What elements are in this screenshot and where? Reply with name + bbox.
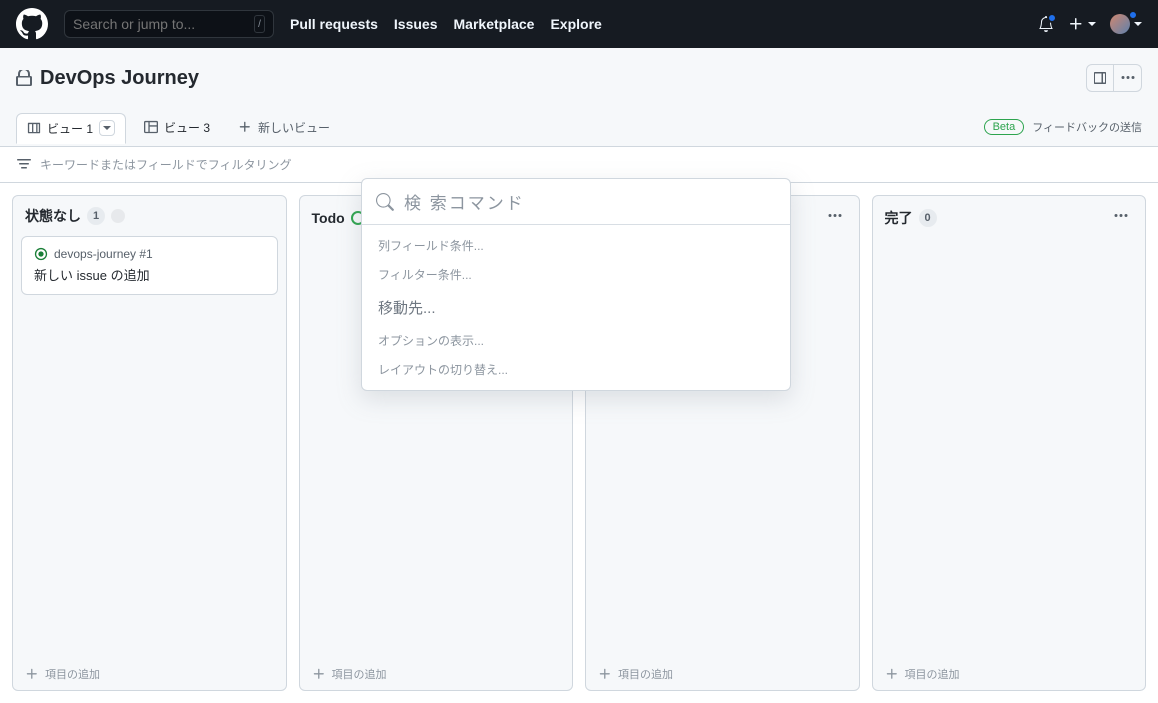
view-tab-1-label: ビュー 1: [47, 120, 93, 137]
column-title: 状態なし: [25, 206, 81, 226]
plus-icon: [238, 120, 252, 134]
add-item-button[interactable]: 項目の追加: [13, 658, 286, 690]
board-icon: [27, 121, 41, 135]
command-item-show-options[interactable]: オプションの表示...: [362, 326, 790, 355]
column-menu-button[interactable]: [823, 206, 847, 229]
card-reference: devops-journey #1: [54, 247, 153, 261]
global-header: / Pull requests Issues Marketplace Explo…: [0, 0, 1158, 48]
add-item-label: 項目の追加: [45, 666, 100, 682]
panel-icon: [1092, 70, 1108, 86]
caret-down-icon: [103, 124, 111, 132]
plus-icon: [312, 667, 326, 681]
add-item-button[interactable]: 項目の追加: [586, 658, 859, 690]
nav-marketplace[interactable]: Marketplace: [454, 16, 535, 32]
add-item-label: 項目の追加: [618, 666, 673, 682]
project-title: DevOps Journey: [40, 67, 199, 90]
column-title: Todo: [312, 210, 345, 226]
nav-pull-requests[interactable]: Pull requests: [290, 16, 378, 32]
column-no-status: 状態なし 1 devops-journey #1 新しい issue の追加 項…: [12, 195, 287, 691]
column-count: 0: [919, 209, 937, 227]
view-tab-menu-button[interactable]: [99, 120, 115, 136]
command-palette: 検 索コマンド 列フィールド条件... フィルター条件... 移動先... オプ…: [361, 178, 791, 391]
user-menu-button[interactable]: [1110, 14, 1142, 34]
plus-icon: [1068, 16, 1084, 32]
add-item-button[interactable]: 項目の追加: [300, 658, 573, 690]
filter-icon[interactable]: [16, 157, 32, 173]
command-item-column-field[interactable]: 列フィールド条件...: [362, 231, 790, 260]
command-item-switch-layout[interactable]: レイアウトの切り替え...: [362, 355, 790, 384]
add-item-label: 項目の追加: [905, 666, 960, 682]
project-header: DevOps Journey ビュー 1 ビュー 3 新しいビュー: [0, 48, 1158, 147]
github-logo-icon[interactable]: [16, 8, 48, 40]
column-title: 完了: [885, 208, 913, 228]
insights-panel-button[interactable]: [1086, 64, 1114, 92]
lock-icon: [16, 70, 32, 86]
global-search[interactable]: /: [64, 10, 274, 38]
card-title: 新しい issue の追加: [34, 265, 265, 284]
plus-icon: [885, 667, 899, 681]
global-search-input[interactable]: [73, 16, 254, 32]
column-count: 1: [87, 207, 105, 225]
view-tab-1[interactable]: ビュー 1: [16, 113, 126, 144]
avatar-dot: [1128, 10, 1138, 20]
command-list: 列フィールド条件... フィルター条件... 移動先... オプションの表示..…: [362, 225, 790, 390]
kebab-icon: [1113, 208, 1129, 224]
new-view-button[interactable]: 新しいビュー: [228, 113, 340, 142]
nav-issues[interactable]: Issues: [394, 16, 438, 32]
column-menu-button[interactable]: [1109, 206, 1133, 229]
view-tabs: ビュー 1 ビュー 3 新しいビュー Beta フィードバックの送信: [16, 108, 1142, 146]
view-tab-2-label: ビュー 3: [164, 119, 210, 136]
command-search[interactable]: 検 索コマンド: [362, 179, 790, 225]
top-nav: Pull requests Issues Marketplace Explore: [290, 16, 602, 32]
new-view-label: 新しいビュー: [258, 119, 330, 136]
view-tab-2[interactable]: ビュー 3: [134, 113, 220, 142]
new-menu-button[interactable]: [1068, 16, 1096, 32]
caret-down-icon: [1134, 22, 1142, 26]
filter-input[interactable]: [40, 158, 1142, 172]
plus-icon: [25, 667, 39, 681]
notifications-button[interactable]: [1038, 16, 1054, 32]
feedback-link[interactable]: フィードバックの送信: [1032, 119, 1142, 135]
kebab-icon: [827, 208, 843, 224]
kebab-icon: [1120, 70, 1136, 86]
caret-down-icon: [1088, 22, 1096, 26]
add-item-label: 項目の追加: [332, 666, 387, 682]
add-item-button[interactable]: 項目の追加: [873, 658, 1146, 690]
notification-dot: [1047, 13, 1057, 23]
plus-icon: [598, 667, 612, 681]
project-menu-button[interactable]: [1114, 64, 1142, 92]
table-icon: [144, 120, 158, 134]
slash-key-hint: /: [254, 15, 265, 33]
column-done: 完了 0 項目の追加: [872, 195, 1147, 691]
nav-explore[interactable]: Explore: [550, 16, 601, 32]
command-item-filter-condition[interactable]: フィルター条件...: [362, 260, 790, 289]
header-right-icons: [1038, 14, 1142, 34]
board-card[interactable]: devops-journey #1 新しい issue の追加: [21, 236, 278, 295]
issue-open-icon: [34, 247, 48, 261]
search-icon: [376, 193, 394, 211]
status-dot-none-icon: [111, 209, 125, 223]
command-search-hint: 検 索コマンド: [404, 189, 525, 214]
beta-badge: Beta: [984, 119, 1025, 135]
command-item-move-to[interactable]: 移動先...: [362, 289, 790, 326]
avatar: [1110, 14, 1130, 34]
